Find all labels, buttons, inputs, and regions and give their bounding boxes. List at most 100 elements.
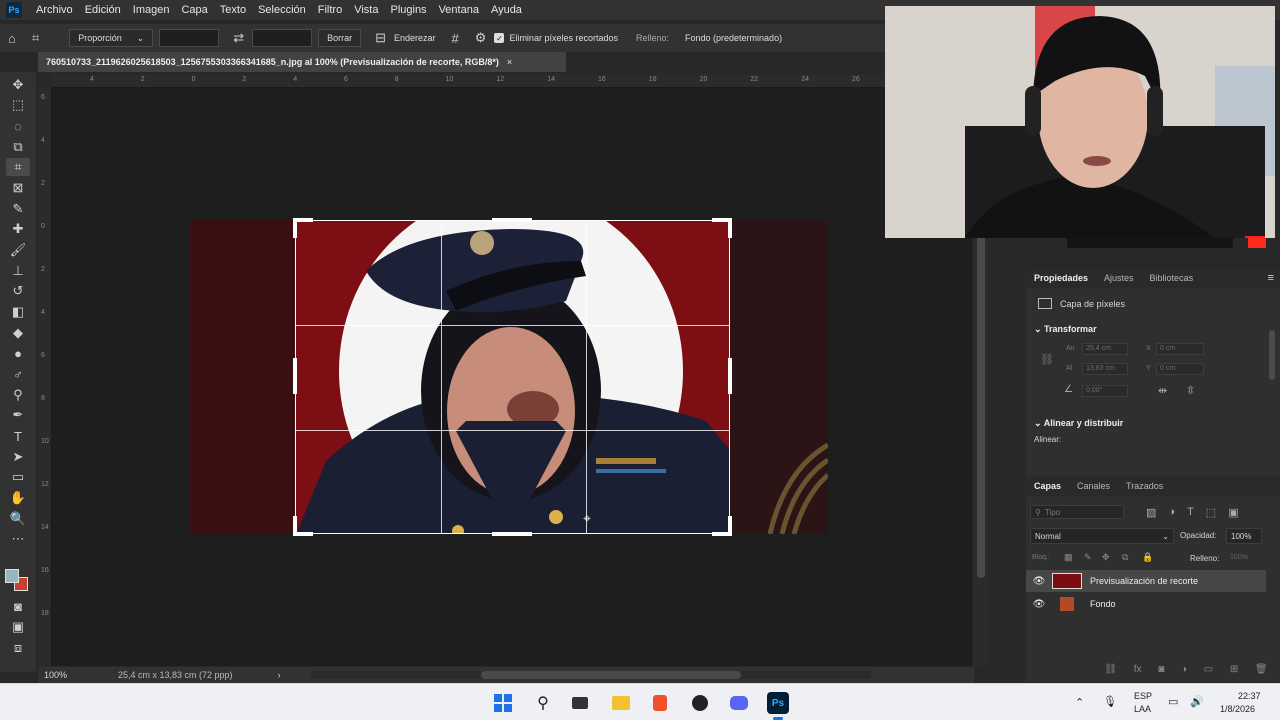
lasso-tool-icon[interactable]: ◌ xyxy=(6,117,30,135)
lock-transparent-icon[interactable]: ▦ xyxy=(1064,552,1073,563)
panel-menu-icon[interactable]: ≡ xyxy=(1268,272,1274,284)
filter-smart-icon[interactable]: ▣ xyxy=(1228,506,1238,519)
flip-horizontal-icon[interactable]: ⇹ xyxy=(1158,384,1167,397)
transform-section-title[interactable]: ⌄ Transformar xyxy=(1034,324,1097,335)
app-icon[interactable] xyxy=(689,692,711,714)
crop-handle-right[interactable] xyxy=(728,358,732,394)
menu-ventana[interactable]: Ventana xyxy=(433,4,485,16)
path-select-tool-icon[interactable]: ➤ xyxy=(6,448,30,466)
blend-mode-select[interactable]: Normal ⌄ xyxy=(1030,528,1174,544)
gear-icon[interactable]: ⚙ xyxy=(475,30,487,46)
zoom-level[interactable]: 100% xyxy=(38,670,118,680)
foreground-color-swatch[interactable] xyxy=(5,569,19,583)
chevron-up-icon[interactable]: ⌃ xyxy=(1075,696,1084,709)
photoshop-taskbar-icon[interactable]: Ps xyxy=(767,692,789,714)
fx-icon[interactable]: fx xyxy=(1134,664,1142,678)
pen-tool-icon[interactable]: ✒ xyxy=(6,406,30,424)
menu-ayuda[interactable]: Ayuda xyxy=(485,4,528,16)
link-layers-icon[interactable]: ⛓ xyxy=(1104,664,1117,678)
discord-icon[interactable] xyxy=(728,692,750,714)
crop-tool-icon[interactable]: ⌗ xyxy=(6,158,30,176)
menu-capa[interactable]: Capa xyxy=(175,4,213,16)
monitor-icon[interactable]: ▭ xyxy=(1168,695,1178,708)
visibility-eye-icon[interactable]: 👁 xyxy=(1026,599,1052,610)
language-top[interactable]: ESP xyxy=(1134,691,1152,701)
y-input[interactable]: 0 cm xyxy=(1156,363,1204,375)
volume-icon[interactable]: 🔊 xyxy=(1190,695,1204,708)
screen-mode-icon[interactable]: ▣ xyxy=(6,618,30,636)
frame-tool-icon[interactable]: ⊠ xyxy=(6,179,30,197)
menu-vista[interactable]: Vista xyxy=(348,4,384,16)
quick-mask-icon[interactable]: ◙ xyxy=(6,597,30,615)
filter-type-icon[interactable]: T xyxy=(1187,506,1194,518)
lock-all-icon[interactable]: 🔒 xyxy=(1142,552,1153,563)
opacity-input[interactable]: 100% xyxy=(1226,528,1262,544)
type-tool-icon[interactable]: T xyxy=(6,427,30,445)
eraser-tool-icon[interactable]: ◧ xyxy=(6,303,30,321)
lock-move-icon[interactable]: ✥ xyxy=(1102,552,1110,563)
zoom-tool-icon[interactable]: 🔍 xyxy=(6,510,30,528)
menu-filtro[interactable]: Filtro xyxy=(312,4,348,16)
crop-handle-top-left[interactable] xyxy=(293,218,297,238)
fill-select[interactable]: Fondo (predeterminado) xyxy=(677,29,828,47)
menu-seleccion[interactable]: Selección xyxy=(252,4,312,16)
rectangle-tool-icon[interactable]: ▭ xyxy=(6,468,30,486)
new-layer-icon[interactable]: ⊞ xyxy=(1230,664,1238,678)
tab-canales[interactable]: Canales xyxy=(1069,481,1118,491)
menu-edicion[interactable]: Edición xyxy=(79,4,127,16)
edit-toolbar-icon[interactable]: ⧈ xyxy=(6,639,30,657)
brush-tool-icon[interactable]: 🖌 xyxy=(6,241,30,259)
align-section-title[interactable]: ⌄ Alinear y distribuir xyxy=(1034,418,1123,429)
adjustment-layer-icon[interactable]: ◑ xyxy=(1181,664,1187,678)
crop-preview[interactable] xyxy=(295,220,730,534)
ratio-select[interactable]: Proporción ⌄ xyxy=(69,29,154,47)
crop-handle-bottom[interactable] xyxy=(492,532,532,536)
visibility-eye-icon[interactable]: 👁 xyxy=(1026,576,1052,587)
close-icon[interactable]: × xyxy=(507,57,512,67)
layer-row[interactable]: 👁 Previsualización de recorte xyxy=(1026,570,1266,592)
dodge-tool-icon[interactable]: ♂ xyxy=(6,365,30,383)
height-input[interactable]: 13,83 cm xyxy=(1082,363,1128,375)
overlay-grid-icon[interactable]: # xyxy=(452,31,459,46)
clear-button[interactable]: Borrar xyxy=(318,29,362,47)
task-view-icon[interactable] xyxy=(569,692,591,714)
crop-handle-bottom-left[interactable] xyxy=(293,516,297,536)
add-mask-icon[interactable]: ◙ xyxy=(1158,664,1164,678)
move-tool-icon[interactable]: ✥ xyxy=(6,76,30,94)
filter-adjust-icon[interactable]: ◑ xyxy=(1168,506,1175,518)
eyedropper-tool-icon[interactable]: ✎ xyxy=(6,200,30,218)
filter-shape-icon[interactable]: ⬚ xyxy=(1206,506,1216,519)
lock-paint-icon[interactable]: ✎ xyxy=(1084,552,1092,563)
brave-browser-icon[interactable] xyxy=(649,692,671,714)
tab-capas[interactable]: Capas xyxy=(1026,481,1069,491)
more-tools-icon[interactable]: ⋯ xyxy=(6,530,30,548)
object-select-tool-icon[interactable]: ⧉ xyxy=(6,138,30,156)
x-input[interactable]: 0 cm xyxy=(1156,343,1204,355)
clock-date[interactable]: 1/8/2026 xyxy=(1220,704,1255,714)
height-field[interactable] xyxy=(252,29,313,47)
properties-scrollbar[interactable] xyxy=(1269,330,1275,380)
marquee-tool-icon[interactable]: ⬚ xyxy=(6,96,30,114)
layer-row[interactable]: 👁 Fondo xyxy=(1026,593,1266,615)
tab-ajustes[interactable]: Ajustes xyxy=(1096,273,1142,283)
home-icon[interactable]: ⌂ xyxy=(8,31,16,46)
width-field[interactable] xyxy=(159,29,220,47)
width-input[interactable]: 25,4 cm xyxy=(1082,343,1128,355)
document-tab[interactable]: 760510733_2119626025618503_1256755303366… xyxy=(38,52,566,72)
tab-trazados[interactable]: Trazados xyxy=(1118,481,1171,491)
horizontal-scrollbar[interactable] xyxy=(310,671,871,679)
crop-handle-left[interactable] xyxy=(293,358,297,394)
healing-brush-tool-icon[interactable]: ✚ xyxy=(6,220,30,238)
zoom-blur-icon[interactable]: ⚲ xyxy=(6,386,30,404)
paint-bucket-tool-icon[interactable]: ◆ xyxy=(6,324,30,342)
straighten-button[interactable]: Enderezar xyxy=(394,33,436,43)
windows-start-icon[interactable] xyxy=(492,692,514,714)
filter-pixel-icon[interactable]: ▨ xyxy=(1146,506,1156,519)
flip-vertical-icon[interactable]: ⇳ xyxy=(1186,384,1195,397)
language-bottom[interactable]: LAA xyxy=(1134,704,1151,714)
blur-tool-icon[interactable]: ● xyxy=(6,344,30,362)
search-icon[interactable]: ⚲ xyxy=(532,692,554,714)
new-group-icon[interactable]: ▭ xyxy=(1204,664,1213,678)
history-brush-tool-icon[interactable]: ↺ xyxy=(6,282,30,300)
crop-handle-top-right[interactable] xyxy=(728,218,732,238)
